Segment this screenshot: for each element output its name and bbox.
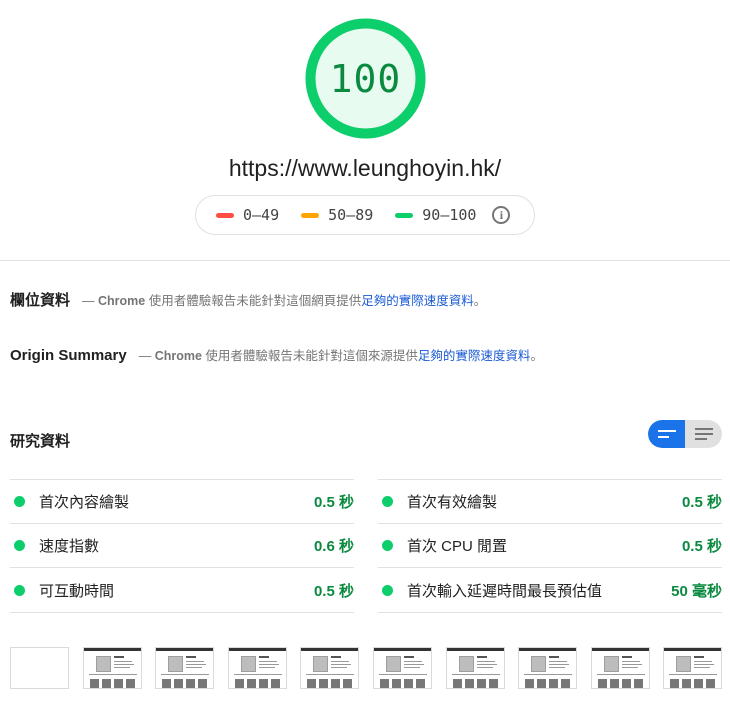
metric-label: 可互動時間 [39, 582, 115, 600]
field-data-title: 欄位資料 [10, 292, 71, 309]
filmstrip-frame [663, 647, 722, 689]
page-url: https://www.leunghoyin.hk/ [228, 155, 502, 181]
pass-dot-icon [14, 584, 25, 596]
metric-max-potential-fid: 首次輸入延遲時間最長預估值 50 毫秒 [378, 567, 722, 613]
filmstrip-frame [518, 647, 577, 689]
metric-first-contentful-paint: 首次內容繪製 0.5 秒 [10, 479, 354, 523]
field-data-end: 。 [473, 294, 487, 308]
legend-item-fail: 0–49 [216, 206, 279, 224]
legend-label-fail: 0–49 [243, 206, 280, 224]
filmstrip [10, 647, 722, 689]
origin-summary-title: Origin Summary [10, 347, 127, 364]
origin-summary-desc: — Chrome 使用者體驗報告未能針對這個來源提供足夠的實際速度資料。 [139, 345, 543, 364]
metrics-left-column: 首次內容繪製 0.5 秒 速度指數 0.6 秒 可互動時間 0.5 秒 [10, 479, 354, 613]
filmstrip-frame [591, 647, 650, 689]
pass-dot-icon [382, 584, 393, 596]
score-value: 100 [329, 56, 402, 101]
legend-bar-average [301, 212, 320, 218]
lab-data-title: 研究資料 [10, 433, 71, 450]
legend-item-pass: 90–100 [395, 206, 476, 224]
divider [0, 260, 730, 261]
filmstrip-frame [373, 647, 432, 689]
metric-value: 50 毫秒 [671, 582, 722, 600]
info-icon[interactable]: i [492, 206, 511, 224]
filmstrip-frame [228, 647, 287, 689]
metric-speed-index: 速度指數 0.6 秒 [10, 523, 354, 567]
compact-list-icon [657, 430, 676, 438]
pass-dot-icon [382, 496, 393, 507]
metrics-right-column: 首次有效繪製 0.5 秒 首次 CPU 閒置 0.5 秒 首次輸入延遲時間最長預… [378, 479, 722, 613]
filmstrip-frame [10, 647, 69, 689]
metric-value: 0.5 秒 [313, 582, 354, 600]
metrics-view-toggle [648, 420, 722, 448]
metric-label: 首次內容繪製 [39, 494, 130, 511]
metric-time-to-interactive: 可互動時間 0.5 秒 [10, 567, 354, 613]
legend-item-average: 50–89 [301, 206, 373, 224]
field-data-section: 欄位資料 — Chrome 使用者體驗報告未能針對這個網頁提供足夠的實際速度資料… [10, 289, 486, 310]
metric-label: 首次有效繪製 [407, 494, 498, 511]
compact-view-button[interactable] [648, 420, 685, 448]
field-data-chrome: Chrome [98, 294, 146, 308]
origin-summary-dash: — [138, 349, 152, 363]
origin-summary-link[interactable]: 足夠的實際速度資料 [418, 349, 531, 363]
score-legend: 0–49 50–89 90–100 i [195, 195, 535, 235]
origin-summary-section: Origin Summary — Chrome 使用者體驗報告未能針對這個來源提… [10, 345, 543, 364]
metric-label: 首次 CPU 閒置 [407, 538, 508, 555]
metric-label: 首次輸入延遲時間最長預估值 [407, 582, 603, 600]
legend-bar-pass [395, 212, 414, 218]
filmstrip-frame [83, 647, 142, 689]
expanded-list-icon [694, 428, 713, 440]
field-data-desc: — Chrome 使用者體驗報告未能針對這個網頁提供足夠的實際速度資料。 [82, 290, 486, 309]
origin-summary-end: 。 [530, 349, 543, 363]
metric-value: 0.5 秒 [313, 494, 354, 511]
metric-first-meaningful-paint: 首次有效繪製 0.5 秒 [378, 479, 722, 523]
filmstrip-frame [300, 647, 359, 689]
filmstrip-frame [155, 647, 214, 689]
filmstrip-frame [446, 647, 505, 689]
origin-summary-text: 使用者體驗報告未能針對這個來源提供 [205, 349, 418, 363]
expanded-view-button[interactable] [685, 420, 722, 448]
metric-value: 0.5 秒 [681, 494, 722, 511]
pass-dot-icon [14, 496, 25, 507]
pass-dot-icon [14, 540, 25, 551]
origin-summary-chrome: Chrome [154, 349, 202, 363]
metric-first-cpu-idle: 首次 CPU 閒置 0.5 秒 [378, 523, 722, 567]
metric-value: 0.6 秒 [313, 538, 354, 555]
legend-label-pass: 90–100 [422, 206, 477, 224]
legend-label-average: 50–89 [328, 206, 374, 224]
field-data-dash: — [82, 294, 95, 308]
metric-label: 速度指數 [39, 538, 100, 555]
field-data-text: 使用者體驗報告未能針對這個網頁提供 [148, 294, 362, 308]
legend-bar-fail [216, 212, 234, 218]
pass-dot-icon [382, 540, 393, 551]
score-gauge: 100 [305, 18, 426, 139]
metric-value: 0.5 秒 [681, 538, 722, 555]
field-data-link[interactable]: 足夠的實際速度資料 [361, 294, 474, 308]
